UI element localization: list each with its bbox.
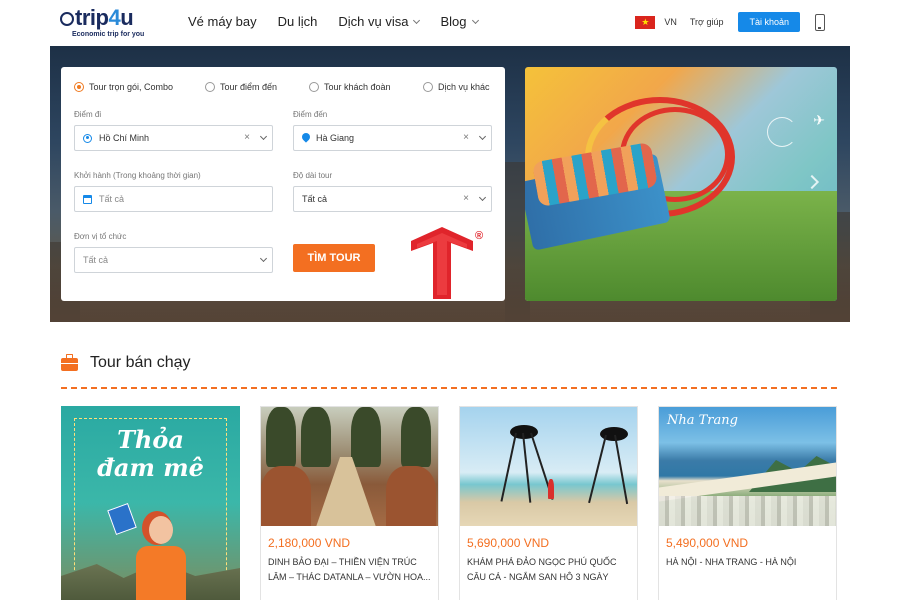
search-tour-button[interactable]: TÌM TOUR	[293, 244, 375, 272]
t-watermark-logo	[411, 227, 473, 299]
radio-icon	[205, 82, 215, 92]
swirl-decoration	[767, 117, 797, 147]
tour-type-other[interactable]: Dịch vụ khác	[423, 82, 490, 92]
from-select[interactable]: Hồ Chí Minh ×	[74, 125, 273, 151]
clear-icon[interactable]: ×	[463, 133, 469, 143]
radio-icon	[309, 82, 319, 92]
calendar-icon	[83, 194, 92, 204]
tour-price: 5,690,000 VND	[467, 536, 550, 550]
main-nav: Vé máy bay Du lịch Dịch vụ visa Blog	[188, 14, 479, 29]
location-icon	[83, 133, 92, 143]
clear-icon[interactable]: ×	[244, 133, 250, 143]
language-label[interactable]: VN	[664, 17, 677, 27]
tour-type-options: Tour trọn gói, Combo Tour điểm đến Tour …	[74, 82, 490, 92]
registered-mark: ®	[475, 230, 484, 242]
tour-image	[460, 407, 637, 526]
promo-banner-carousel[interactable]: ✈	[525, 67, 837, 301]
tour-image	[261, 407, 438, 526]
chevron-down-icon	[471, 16, 479, 24]
tour-type-combo[interactable]: Tour trọn gói, Combo	[74, 82, 205, 92]
tour-card[interactable]: 2,180,000 VND DINH BẢO ĐẠI – THIỀN VIỆN …	[260, 406, 439, 600]
tour-type-destination[interactable]: Tour điểm đến	[205, 82, 309, 92]
to-select[interactable]: Hà Giang ×	[293, 125, 492, 151]
vietnam-flag-icon[interactable]	[635, 15, 656, 29]
duration-select[interactable]: Tất cả ×	[293, 186, 492, 212]
to-label: Điểm đến	[293, 110, 328, 119]
radio-icon	[423, 82, 433, 92]
nav-visa[interactable]: Dịch vụ visa	[338, 14, 421, 29]
nav-flights[interactable]: Vé máy bay	[188, 14, 257, 29]
chevron-right-icon[interactable]	[804, 174, 820, 190]
best-sellers-heading: Tour bán chạy	[61, 354, 191, 372]
site-header: trip 4 u Economic trip for you Vé máy bay …	[0, 0, 900, 46]
tour-price: 2,180,000 VND	[268, 536, 351, 550]
logo-tagline: Economic trip for you	[72, 31, 145, 38]
nav-blog[interactable]: Blog	[440, 14, 479, 29]
promo-headline: Thỏa đam mê	[97, 425, 204, 482]
image-caption: Nha Trang	[667, 413, 738, 428]
chevron-down-icon	[259, 254, 268, 263]
briefcase-icon	[61, 354, 78, 371]
chevron-down-icon	[259, 132, 268, 141]
account-button[interactable]: Tài khoản	[738, 12, 800, 32]
clear-icon[interactable]: ×	[463, 194, 469, 204]
radio-selected-icon	[74, 82, 84, 92]
header-right: VN Trợ giúp Tài khoản	[635, 12, 825, 32]
organizer-select[interactable]: Tất cả	[74, 247, 273, 273]
tour-name[interactable]: DINH BẢO ĐẠI – THIỀN VIỆN TRÚC LÂM – THÁ…	[268, 555, 434, 585]
chevron-down-icon	[478, 132, 487, 141]
organizer-label: Đơn vị tổ chức	[74, 232, 127, 241]
help-link[interactable]: Trợ giúp	[690, 17, 724, 27]
tour-image: Nha Trang	[659, 407, 836, 526]
depart-date-input[interactable]: Tất cả	[74, 186, 273, 212]
chevron-down-icon	[478, 193, 487, 202]
depart-label: Khởi hành (Trong khoảng thời gian)	[74, 171, 201, 180]
map-pin-icon	[302, 133, 310, 143]
from-label: Điểm đi	[74, 110, 102, 119]
logo-e-mark	[60, 12, 74, 26]
nav-tours[interactable]: Du lịch	[278, 14, 318, 29]
tour-price: 5,490,000 VND	[666, 536, 749, 550]
tour-card[interactable]: 5,690,000 VND KHÁM PHÁ ĐẢO NGỌC PHÚ QUỐC…	[459, 406, 638, 600]
tour-name[interactable]: KHÁM PHÁ ĐẢO NGỌC PHÚ QUỐC CÂU CÁ - NGẮM…	[467, 555, 633, 585]
mobile-phone-icon[interactable]	[815, 13, 825, 31]
tour-search-form: Tour trọn gói, Combo Tour điểm đến Tour …	[61, 67, 505, 301]
tour-type-group[interactable]: Tour khách đoàn	[309, 82, 423, 92]
section-divider	[61, 387, 837, 389]
chevron-down-icon	[413, 16, 421, 24]
traveler-illustration	[131, 516, 191, 600]
promo-card[interactable]: Thỏa đam mê	[61, 406, 240, 600]
site-logo[interactable]: trip 4 u Economic trip for you	[60, 6, 160, 42]
duration-label: Độ dài tour	[293, 171, 333, 180]
tour-name[interactable]: HÀ NỘI - NHA TRANG - HÀ NỘI	[666, 555, 832, 570]
tour-card[interactable]: Nha Trang 5,490,000 VND HÀ NỘI - NHA TRA…	[658, 406, 837, 600]
airplane-icon: ✈	[813, 112, 825, 128]
